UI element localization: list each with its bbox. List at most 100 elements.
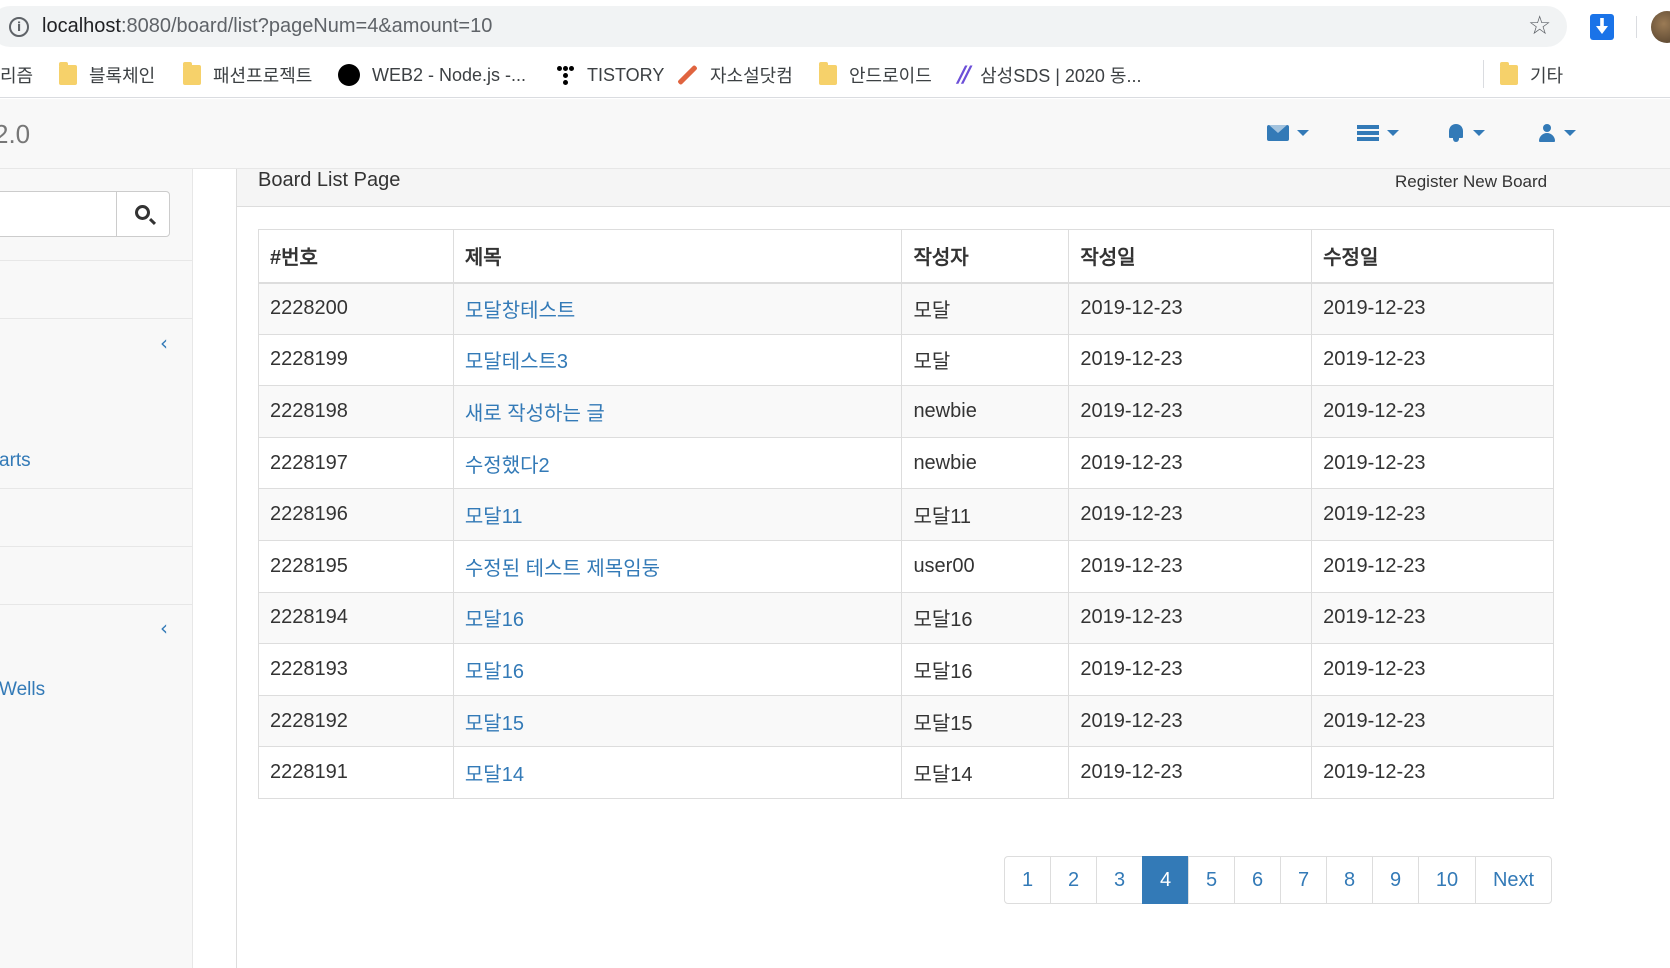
- url-text[interactable]: localhost:8080/board/list?pageNum=4&amou…: [42, 15, 492, 38]
- caret-down-icon: [1387, 130, 1399, 136]
- url-path: :8080/board/list?pageNum=4&amount=10: [120, 15, 493, 37]
- table-row: 2228192 모달15 모달15 2019-12-23 2019-12-23: [258, 694, 1554, 748]
- page-button-6[interactable]: 6: [1234, 856, 1281, 904]
- page-button-3[interactable]: 3: [1096, 856, 1143, 904]
- pagination: 1 2 3 4 5 6 7 8 9 10 Next: [1004, 856, 1552, 904]
- cell-writer: 모달16: [901, 591, 1070, 645]
- cell-regdate: 2019-12-23: [1068, 694, 1313, 748]
- envelope-icon: [1267, 125, 1289, 141]
- bookmark-item[interactable]: 블록체인: [59, 62, 155, 87]
- cell-title-link[interactable]: 모달11: [452, 488, 903, 541]
- panel-heading: Board List Page Register New Board: [237, 169, 1670, 207]
- page-button-9[interactable]: 9: [1372, 856, 1419, 904]
- cell-regdate: 2019-12-23: [1068, 539, 1313, 593]
- cell-title-link[interactable]: 모달16: [452, 643, 903, 696]
- next-page-button[interactable]: Next: [1475, 856, 1552, 904]
- alerts-dropdown[interactable]: [1447, 123, 1485, 143]
- cell-number: 2228191: [258, 746, 454, 799]
- page-button-10[interactable]: 10: [1418, 856, 1476, 904]
- chevron-left-icon[interactable]: ‹: [160, 616, 168, 640]
- table-row: 2228199 모달테스트3 모달 2019-12-23 2019-12-23: [258, 333, 1554, 387]
- black-circle-icon: [338, 64, 360, 86]
- page-button-8[interactable]: 8: [1326, 856, 1373, 904]
- bookmark-item[interactable]: 기타: [1500, 62, 1563, 87]
- cell-updatedate: 2019-12-23: [1311, 643, 1554, 696]
- bookmark-item[interactable]: WEB2 - Node.js -...: [338, 63, 526, 87]
- sidebar-item-charts[interactable]: arts: [0, 450, 31, 472]
- bookmark-item[interactable]: TISTORY: [555, 63, 664, 87]
- page-button-2[interactable]: 2: [1050, 856, 1097, 904]
- bookmark-label: WEB2 - Node.js -...: [372, 64, 527, 85]
- bookmarks-divider: [1483, 60, 1484, 88]
- bookmark-label: 자소설닷컴: [710, 66, 793, 86]
- site-info-icon[interactable]: i: [9, 17, 29, 37]
- bookmark-item[interactable]: 자소설닷컴: [676, 63, 793, 87]
- bookmark-label: 삼성SDS | 2020 동...: [980, 66, 1142, 86]
- user-dropdown[interactable]: [1538, 123, 1576, 143]
- table-row: 2228194 모달16 모달16 2019-12-23 2019-12-23: [258, 591, 1554, 645]
- table-row: 2228200 모달창테스트 모달 2019-12-23 2019-12-23: [258, 282, 1554, 335]
- cell-title-link[interactable]: 모달창테스트: [452, 282, 903, 335]
- messages-dropdown[interactable]: [1267, 123, 1309, 143]
- folder-icon: [183, 62, 201, 85]
- cell-writer: 모달: [901, 282, 1070, 335]
- cell-regdate: 2019-12-23: [1068, 385, 1313, 438]
- page-button-5[interactable]: 5: [1188, 856, 1235, 904]
- table-row: 2228197 수정했다2 newbie 2019-12-23 2019-12-…: [258, 436, 1554, 490]
- sidebar-search-button[interactable]: [116, 191, 170, 237]
- bookmark-item[interactable]: 리즘: [0, 63, 33, 87]
- folder-icon: [819, 62, 837, 85]
- register-new-board-button[interactable]: Register New Board: [1395, 172, 1547, 192]
- cell-title-link[interactable]: 모달14: [452, 746, 903, 799]
- table-row: 2228198 새로 작성하는 글 newbie 2019-12-23 2019…: [258, 385, 1554, 438]
- cell-updatedate: 2019-12-23: [1311, 436, 1554, 490]
- chevron-left-icon[interactable]: ‹: [160, 331, 168, 355]
- column-header-number: #번호: [258, 229, 454, 284]
- download-icon[interactable]: [1590, 14, 1614, 40]
- cell-updatedate: 2019-12-23: [1311, 385, 1554, 438]
- caret-down-icon: [1473, 130, 1485, 136]
- column-header-regdate: 작성일: [1068, 229, 1313, 284]
- sidebar-divider: [0, 318, 193, 319]
- cell-title-link[interactable]: 모달테스트3: [452, 333, 903, 387]
- sidebar-item-wells[interactable]: Wells: [0, 679, 45, 701]
- content-left-border: [236, 169, 237, 968]
- page-button-4-active[interactable]: 4: [1142, 856, 1189, 904]
- column-header-writer: 작성자: [901, 229, 1070, 284]
- cell-title-link[interactable]: 모달15: [452, 694, 903, 748]
- cell-updatedate: 2019-12-23: [1311, 333, 1554, 387]
- profile-avatar[interactable]: [1651, 11, 1670, 43]
- cell-writer: 모달11: [901, 488, 1070, 541]
- cell-updatedate: 2019-12-23: [1311, 591, 1554, 645]
- cell-regdate: 2019-12-23: [1068, 746, 1313, 799]
- cell-title-link[interactable]: 새로 작성하는 글: [452, 385, 903, 438]
- sidebar-divider: [0, 260, 193, 261]
- page-button-1[interactable]: 1: [1004, 856, 1051, 904]
- bookmark-item[interactable]: 패션프로젝트: [183, 62, 313, 87]
- brand-title[interactable]: 2.0: [0, 119, 30, 150]
- bookmark-star-icon[interactable]: ☆: [1528, 12, 1551, 40]
- tasks-dropdown[interactable]: [1357, 123, 1399, 143]
- column-header-updatedate: 수정일: [1311, 229, 1554, 284]
- cell-writer: newbie: [901, 385, 1070, 438]
- table-row: 2228195 수정된 테스트 제목임둥 user00 2019-12-23 2…: [258, 539, 1554, 593]
- table-row: 2228193 모달16 모달16 2019-12-23 2019-12-23: [258, 643, 1554, 696]
- board-table: #번호 제목 작성자 작성일 수정일 2228200 모달창테스트 모달 201…: [258, 229, 1554, 799]
- toolbar-divider: [1636, 16, 1637, 38]
- cell-title-link[interactable]: 수정했다2: [452, 436, 903, 490]
- cell-number: 2228194: [258, 591, 454, 645]
- top-navbar: 2.0: [0, 99, 1670, 169]
- page-button-7[interactable]: 7: [1280, 856, 1327, 904]
- url-host: localhost: [42, 15, 121, 37]
- cell-number: 2228200: [258, 282, 454, 335]
- bookmark-label: 패션프로젝트: [213, 66, 313, 86]
- cell-title-link[interactable]: 모달16: [452, 591, 903, 645]
- bookmark-item[interactable]: // 삼성SDS | 2020 동...: [958, 63, 1142, 88]
- cell-updatedate: 2019-12-23: [1311, 746, 1554, 799]
- column-header-title: 제목: [452, 229, 903, 284]
- bookmark-item[interactable]: 안드로이드: [819, 62, 932, 87]
- cell-title-link[interactable]: 수정된 테스트 제목임둥: [452, 539, 903, 593]
- search-icon: [135, 205, 150, 220]
- sidebar-search-input[interactable]: [0, 191, 116, 237]
- cell-number: 2228195: [258, 539, 454, 593]
